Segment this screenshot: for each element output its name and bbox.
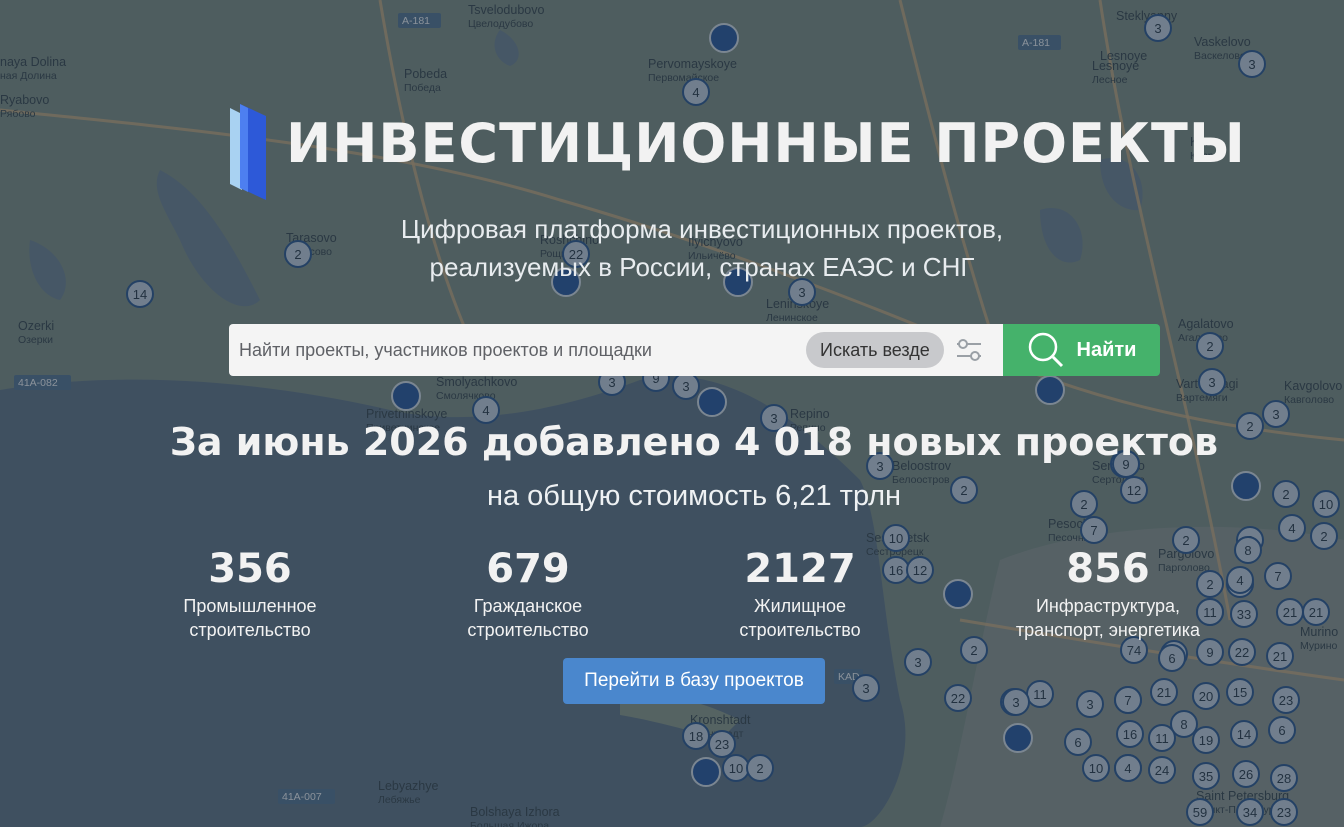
subtitle-line-1: Цифровая платформа инвестиционных проект… (400, 214, 1004, 244)
search-submit-button[interactable]: Найти (1003, 324, 1160, 376)
summary-headline: За июнь 2026 добавлено 4 018 новых проек… (169, 420, 1219, 464)
stat-label: Промышленное строительство (183, 596, 317, 640)
stat-infrastructure: 856 Инфраструктура, транспорт, энергетик… (978, 544, 1238, 642)
stage: Tsvelodubovo Цвелодубово Pervomayskoye Перв… (0, 0, 1344, 827)
stat-civil: 679 Гражданское строительство (398, 544, 658, 642)
search-scope-button[interactable]: Искать везде (806, 332, 944, 368)
summary-subheadline: на общую стоимость 6,21 трлн (486, 480, 902, 512)
search-icon (1028, 332, 1063, 368)
search-submit-label: Найти (1076, 338, 1137, 361)
stat-label: Инфраструктура, транспорт, энергетика (1015, 596, 1201, 640)
subtitle-line-2: реализуемых в России, странах ЕАЭС и СНГ (429, 252, 975, 282)
stat-industrial: 356 Промышленное строительство (120, 544, 380, 642)
search-box: Искать везде (229, 324, 1003, 376)
search-bar: Искать везде Найти (229, 324, 1160, 376)
stat-value: 2127 (744, 546, 856, 592)
stat-value: 679 (486, 546, 570, 592)
stat-value: 856 (1066, 546, 1150, 592)
stat-value: 356 (208, 546, 292, 592)
stat-label: Жилищное строительство (739, 596, 861, 640)
stat-label: Гражданское строительство (467, 596, 589, 640)
hero: ИНВЕСТИЦИОННЫЕ ПРОЕКТЫ Цифровая платформ… (0, 0, 1344, 827)
page-title: ИНВЕСТИЦИОННЫЕ ПРОЕКТЫ (286, 112, 1246, 175)
logo-icon (230, 104, 266, 200)
search-input[interactable] (229, 324, 801, 376)
filter-sliders-icon[interactable] (955, 338, 983, 362)
stat-housing: 2127 Жилищное строительство (670, 544, 930, 642)
go-to-database-button[interactable]: Перейти в базу проектов (563, 658, 825, 704)
page-subtitle: Цифровая платформа инвестиционных проект… (272, 210, 1132, 286)
